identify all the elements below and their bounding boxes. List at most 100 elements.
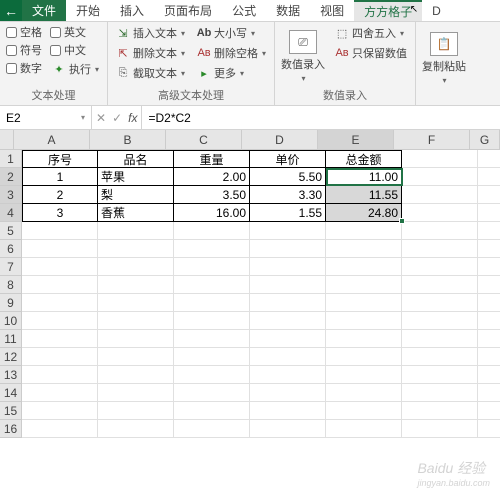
cell-A3[interactable]: 2	[22, 186, 98, 204]
col-header-C[interactable]: C	[166, 130, 242, 150]
cell-D9[interactable]	[250, 294, 326, 312]
btn-execute[interactable]: ✦执行▾	[50, 60, 101, 78]
cell-G12[interactable]	[478, 348, 500, 366]
cell-G16[interactable]	[478, 420, 500, 438]
row-header-11[interactable]: 11	[0, 330, 22, 348]
cell-A1[interactable]: 序号	[22, 150, 98, 168]
cell-D2[interactable]: 5.50	[250, 168, 326, 186]
cell-F7[interactable]	[402, 258, 478, 276]
row-header-12[interactable]: 12	[0, 348, 22, 366]
cell-E5[interactable]	[326, 222, 402, 240]
cell-G8[interactable]	[478, 276, 500, 294]
cell-A8[interactable]	[22, 276, 98, 294]
cell-D7[interactable]	[250, 258, 326, 276]
name-box[interactable]: E2▾	[0, 106, 92, 129]
cell-G9[interactable]	[478, 294, 500, 312]
cell-D11[interactable]	[250, 330, 326, 348]
cell-G13[interactable]	[478, 366, 500, 384]
cell-C3[interactable]: 3.50	[174, 186, 250, 204]
col-header-E[interactable]: E	[318, 130, 394, 150]
btn-extract-text[interactable]: ⎘截取文本▾	[114, 64, 187, 82]
cell-D6[interactable]	[250, 240, 326, 258]
btn-more[interactable]: ▸更多▾	[195, 64, 268, 82]
tab-data[interactable]: 数据	[266, 0, 310, 21]
cell-D10[interactable]	[250, 312, 326, 330]
cell-C8[interactable]	[174, 276, 250, 294]
cell-F15[interactable]	[402, 402, 478, 420]
tab-home[interactable]: 开始	[66, 0, 110, 21]
cell-D13[interactable]	[250, 366, 326, 384]
cell-D4[interactable]: 1.55	[250, 204, 326, 222]
cell-A7[interactable]	[22, 258, 98, 276]
cell-C2[interactable]: 2.00	[174, 168, 250, 186]
cell-B12[interactable]	[98, 348, 174, 366]
cell-B9[interactable]	[98, 294, 174, 312]
col-header-D[interactable]: D	[242, 130, 318, 150]
cell-B7[interactable]	[98, 258, 174, 276]
cell-B3[interactable]: 梨	[98, 186, 174, 204]
cell-E12[interactable]	[326, 348, 402, 366]
cell-A11[interactable]	[22, 330, 98, 348]
cell-B13[interactable]	[98, 366, 174, 384]
cell-E4[interactable]: 24.80	[326, 204, 402, 222]
cell-F8[interactable]	[402, 276, 478, 294]
cell-B10[interactable]	[98, 312, 174, 330]
cell-C15[interactable]	[174, 402, 250, 420]
cell-D3[interactable]: 3.30	[250, 186, 326, 204]
row-header-9[interactable]: 9	[0, 294, 22, 312]
row-header-7[interactable]: 7	[0, 258, 22, 276]
cell-E10[interactable]	[326, 312, 402, 330]
cell-F10[interactable]	[402, 312, 478, 330]
cell-A4[interactable]: 3	[22, 204, 98, 222]
cell-F12[interactable]	[402, 348, 478, 366]
cell-E8[interactable]	[326, 276, 402, 294]
cell-C10[interactable]	[174, 312, 250, 330]
spreadsheet-grid[interactable]: ABCDEFG 12345678910111213141516 序号品名重量单价…	[0, 130, 500, 438]
cell-C16[interactable]	[174, 420, 250, 438]
cell-D16[interactable]	[250, 420, 326, 438]
cell-B16[interactable]	[98, 420, 174, 438]
cell-A13[interactable]	[22, 366, 98, 384]
btn-case[interactable]: Ab大小写▾	[195, 24, 268, 42]
cell-C1[interactable]: 重量	[174, 150, 250, 168]
chk-chinese[interactable]: 中文	[50, 42, 101, 58]
col-header-G[interactable]: G	[470, 130, 500, 150]
cell-G1[interactable]	[478, 150, 500, 168]
tab-extra[interactable]: D	[422, 0, 451, 21]
cell-E13[interactable]	[326, 366, 402, 384]
btn-delete-space[interactable]: Aʙ删除空格▾	[195, 44, 268, 62]
cell-E6[interactable]	[326, 240, 402, 258]
cell-D1[interactable]: 单价	[250, 150, 326, 168]
row-header-14[interactable]: 14	[0, 384, 22, 402]
cell-G14[interactable]	[478, 384, 500, 402]
cell-A16[interactable]	[22, 420, 98, 438]
row-header-1[interactable]: 1	[0, 150, 22, 168]
cell-C14[interactable]	[174, 384, 250, 402]
chk-english[interactable]: 英文	[50, 24, 101, 40]
formula-input[interactable]: =D2*C2	[142, 106, 500, 129]
cell-B4[interactable]: 香蕉	[98, 204, 174, 222]
chk-space[interactable]: 空格	[6, 24, 42, 40]
cell-F6[interactable]	[402, 240, 478, 258]
btn-numeric-input[interactable]: ⎚ 数值录入▾	[281, 24, 325, 85]
tab-fanggezi[interactable]: 方方格子↖	[354, 0, 422, 21]
cell-B15[interactable]	[98, 402, 174, 420]
col-header-B[interactable]: B	[90, 130, 166, 150]
cell-E15[interactable]	[326, 402, 402, 420]
cell-E11[interactable]	[326, 330, 402, 348]
row-header-16[interactable]: 16	[0, 420, 22, 438]
cell-D12[interactable]	[250, 348, 326, 366]
tab-layout[interactable]: 页面布局	[154, 0, 222, 21]
cell-A10[interactable]	[22, 312, 98, 330]
cell-B8[interactable]	[98, 276, 174, 294]
btn-keep-numeric[interactable]: Aʙ只保留数值	[333, 44, 409, 62]
cell-C7[interactable]	[174, 258, 250, 276]
cell-F16[interactable]	[402, 420, 478, 438]
cell-F9[interactable]	[402, 294, 478, 312]
cell-G7[interactable]	[478, 258, 500, 276]
cell-B5[interactable]	[98, 222, 174, 240]
cell-D15[interactable]	[250, 402, 326, 420]
cell-F11[interactable]	[402, 330, 478, 348]
cell-G3[interactable]	[478, 186, 500, 204]
cell-A9[interactable]	[22, 294, 98, 312]
